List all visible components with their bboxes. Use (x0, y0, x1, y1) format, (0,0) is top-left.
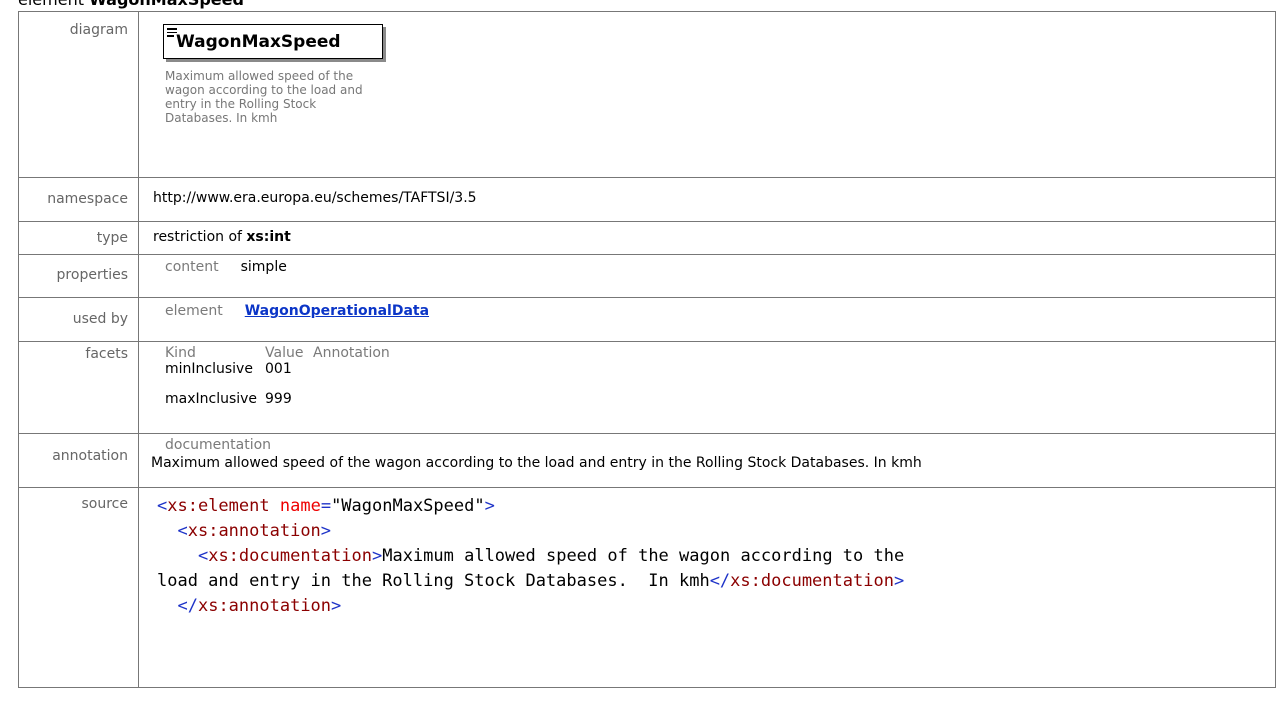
diagram-label: diagram (18, 11, 139, 178)
page-title: element WagonMaxSpeed (18, 0, 244, 9)
properties-content-value: simple (240, 259, 287, 275)
type-label: type (18, 221, 139, 255)
diagram-element-box[interactable]: WagonMaxSpeed (163, 24, 383, 59)
facets-table: Kind Value Annotation minInclusive 001 m… (165, 345, 1249, 407)
used-by-element-label: element (165, 303, 223, 319)
type-value: restriction of xs:int (138, 221, 1276, 255)
namespace-value: http://www.era.europa.eu/schemes/TAFTSI/… (138, 177, 1276, 222)
title-element-name: WagonMaxSpeed (89, 0, 244, 9)
source-label: source (18, 487, 139, 688)
used-by-label: used by (18, 297, 139, 342)
type-base: xs:int (246, 229, 291, 245)
documentation-lines-icon (167, 28, 177, 39)
facet-annotation (313, 385, 433, 407)
used-by-element-link[interactable]: WagonOperationalData (245, 303, 429, 319)
facet-kind: maxInclusive (165, 391, 258, 407)
annotation-documentation-label: documentation (165, 437, 272, 453)
facet-annotation (313, 369, 433, 377)
properties-cell: content simple (138, 254, 1276, 298)
namespace-row: namespace http://www.era.europa.eu/schem… (18, 177, 1276, 222)
facet-kind: minInclusive (165, 361, 253, 377)
namespace-label: namespace (18, 177, 139, 222)
used-by-row: used by element WagonOperationalData (18, 297, 1276, 342)
facet-value: 999 (265, 391, 292, 407)
facets-row: facets Kind Value Annotation minInclusiv… (18, 341, 1276, 434)
title-prefix: element (18, 0, 84, 9)
facets-header-value: Value (265, 345, 304, 361)
properties-content-label: content (165, 259, 219, 275)
diagram-cell: WagonMaxSpeed Maximum allowed speed of t… (138, 11, 1276, 178)
annotation-row: annotation documentation Maximum allowed… (18, 433, 1276, 488)
annotation-label: annotation (18, 433, 139, 488)
facet-value: 001 (265, 361, 292, 377)
diagram-doc-text: Maximum allowed speed of the wagon accor… (165, 69, 363, 125)
source-row: source <xs:element name="WagonMaxSpeed">… (18, 487, 1276, 688)
used-by-cell: element WagonOperationalData (138, 297, 1276, 342)
properties-row: properties content simple (18, 254, 1276, 298)
facets-header-annotation: Annotation (313, 345, 390, 361)
facets-cell: Kind Value Annotation minInclusive 001 m… (138, 341, 1276, 434)
type-row: type restriction of xs:int (18, 221, 1276, 255)
facets-header-kind: Kind (165, 345, 196, 361)
diagram-element-name: WagonMaxSpeed (176, 32, 341, 52)
annotation-cell: documentation Maximum allowed speed of t… (138, 433, 1276, 488)
source-cell: <xs:element name="WagonMaxSpeed"> <xs:an… (138, 487, 1276, 688)
diagram-row: diagram WagonMaxSpeed Maximum allowed sp… (18, 11, 1276, 178)
schema-doc-table: diagram WagonMaxSpeed Maximum allowed sp… (18, 11, 1276, 688)
properties-label: properties (18, 254, 139, 298)
source-code-block: <xs:element name="WagonMaxSpeed"> <xs:an… (157, 496, 905, 616)
annotation-documentation-text: Maximum allowed speed of the wagon accor… (151, 455, 922, 471)
facets-label: facets (18, 341, 139, 434)
type-prefix: restriction of (153, 229, 242, 245)
